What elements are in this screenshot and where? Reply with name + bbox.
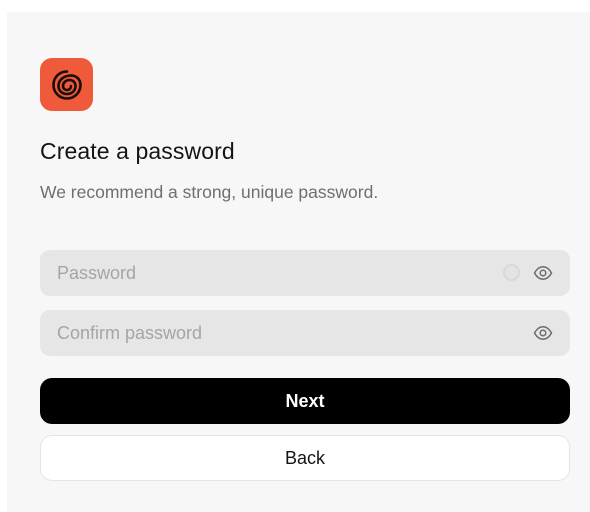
strength-indicator-icon — [503, 264, 520, 281]
eye-icon[interactable] — [533, 323, 553, 343]
app-logo — [40, 58, 93, 111]
create-password-card: Create a password We recommend a strong,… — [7, 12, 590, 512]
next-button[interactable]: Next — [40, 378, 570, 424]
page-subtitle: We recommend a strong, unique password. — [40, 182, 379, 202]
password-input[interactable] — [40, 250, 570, 296]
eye-icon[interactable] — [533, 263, 553, 283]
password-field — [40, 250, 570, 296]
spiral-logo-icon — [51, 69, 82, 100]
confirm-password-input[interactable] — [40, 310, 570, 356]
page-title: Create a password — [40, 138, 235, 164]
back-button[interactable]: Back — [40, 435, 570, 481]
confirm-password-field — [40, 310, 570, 356]
